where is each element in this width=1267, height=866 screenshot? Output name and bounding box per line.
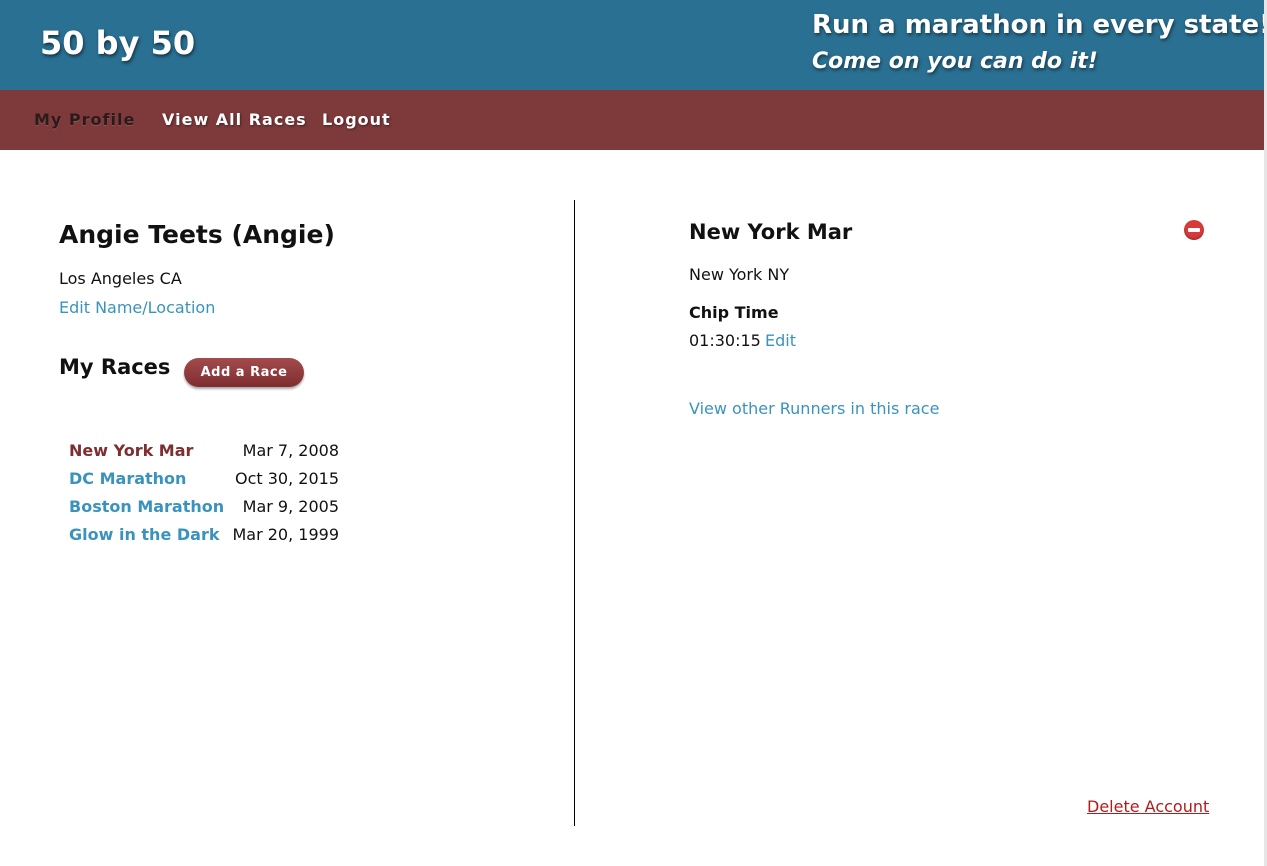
race-name-link[interactable]: Glow in the Dark <box>69 525 219 544</box>
add-race-button[interactable]: Add a Race <box>184 358 304 387</box>
race-date: Oct 30, 2015 <box>235 469 339 488</box>
profile-location: Los Angeles CA <box>59 269 182 288</box>
race-list-item[interactable]: Boston Marathon Mar 9, 2005 <box>69 497 339 525</box>
column-divider <box>574 200 575 826</box>
edit-name-location-link[interactable]: Edit Name/Location <box>59 298 215 317</box>
chip-time-value: 01:30:15 <box>689 331 761 350</box>
race-date: Mar 7, 2008 <box>242 441 339 460</box>
remove-circle-icon[interactable] <box>1184 220 1204 240</box>
nav-view-all-races[interactable]: View All Races <box>162 110 307 129</box>
chip-time-label: Chip Time <box>689 303 779 322</box>
site-header: 50 by 50 Run a marathon in every state! … <box>0 0 1267 90</box>
race-list-item[interactable]: Glow in the Dark Mar 20, 1999 <box>69 525 339 553</box>
site-logo[interactable]: 50 by 50 <box>40 24 195 62</box>
race-list-item[interactable]: New York Mar Mar 7, 2008 <box>69 441 339 469</box>
nav-my-profile[interactable]: My Profile <box>34 110 135 129</box>
race-detail-location: New York NY <box>689 265 790 284</box>
my-races-heading: My Races <box>59 355 171 379</box>
race-name-link[interactable]: DC Marathon <box>69 469 186 488</box>
race-list-item[interactable]: DC Marathon Oct 30, 2015 <box>69 469 339 497</box>
view-other-runners-link[interactable]: View other Runners in this race <box>689 399 939 418</box>
race-name-link[interactable]: New York Mar <box>69 441 193 460</box>
race-name-link[interactable]: Boston Marathon <box>69 497 224 516</box>
main-nav: My Profile View All Races Logout <box>0 90 1264 150</box>
edit-chip-time-link[interactable]: Edit <box>765 331 796 350</box>
nav-logout[interactable]: Logout <box>322 110 391 129</box>
race-date: Mar 20, 1999 <box>232 525 339 544</box>
race-date: Mar 9, 2005 <box>242 497 339 516</box>
race-detail-title: New York Mar <box>689 220 853 244</box>
delete-account-link[interactable]: Delete Account <box>1087 797 1209 816</box>
tagline-primary: Run a marathon in every state! <box>812 10 1267 40</box>
tagline-secondary: Come on you can do it! <box>812 49 1098 74</box>
profile-name: Angie Teets (Angie) <box>59 220 335 249</box>
